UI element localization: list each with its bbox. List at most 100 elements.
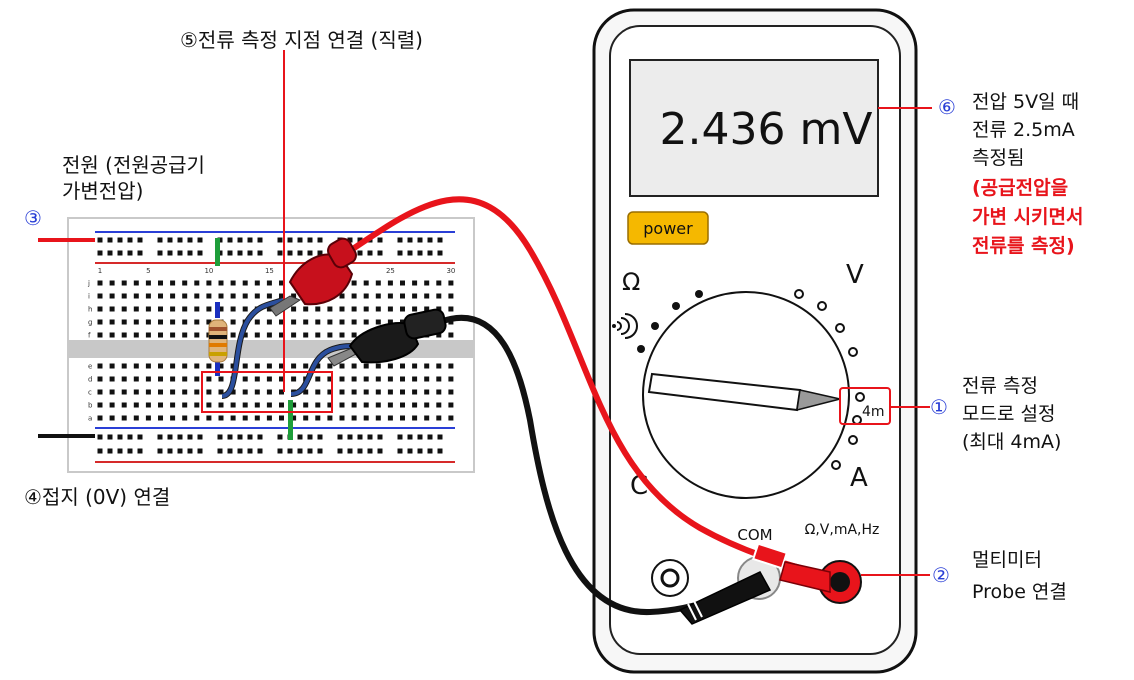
breadboard-hole	[375, 376, 381, 382]
breadboard-hole	[121, 363, 127, 369]
breadboard-hole	[375, 415, 381, 421]
breadboard-hole	[437, 237, 443, 243]
breadboard-hole	[182, 332, 188, 338]
breadboard-hole	[448, 402, 454, 408]
breadboard-hole	[194, 402, 200, 408]
breadboard-hole	[170, 376, 176, 382]
breadboard-hole	[400, 376, 405, 382]
breadboard-hole	[197, 448, 203, 454]
breadboard-hole	[109, 402, 115, 408]
breadboard-hole	[109, 363, 115, 369]
breadboard-hole	[218, 280, 224, 286]
breadboard-hole	[400, 402, 405, 408]
breadboard-hole	[315, 389, 321, 395]
breadboard-hole	[363, 376, 369, 382]
breadboard-hole	[97, 237, 103, 243]
breadboard-hole	[387, 363, 393, 369]
breadboard-hole	[266, 402, 272, 408]
breadboard-hole	[254, 376, 260, 382]
breadboard-hole	[194, 415, 200, 421]
breadboard-row-letter: d	[88, 376, 92, 384]
breadboard-hole	[133, 415, 139, 421]
breadboard-hole	[230, 306, 236, 312]
breadboard-hole	[242, 415, 248, 421]
breadboard-hole	[121, 402, 127, 408]
breadboard-hole	[97, 402, 103, 408]
breadboard-hole	[351, 293, 357, 299]
label-6-line-1: 전압 5V일 때	[972, 91, 1079, 113]
breadboard-hole	[242, 389, 248, 395]
breadboard-hole	[357, 250, 363, 256]
breadboard-hole	[247, 448, 253, 454]
breadboard-hole	[206, 376, 212, 382]
breadboard-hole	[297, 448, 303, 454]
breadboard-hole	[121, 415, 127, 421]
jack-left[interactable]	[651, 559, 689, 597]
breadboard-hole	[230, 332, 236, 338]
breadboard-hole	[117, 448, 123, 454]
breadboard-hole	[387, 389, 393, 395]
breadboard-hole	[170, 306, 176, 312]
breadboard-hole	[254, 332, 260, 338]
breadboard-hole	[97, 293, 103, 299]
breadboard-column-number: 30	[446, 267, 455, 275]
breadboard-hole	[424, 280, 430, 286]
breadboard-hole	[257, 237, 263, 243]
label-6-red-line-1: (공급전압을	[972, 177, 1068, 199]
breadboard-hole	[158, 402, 163, 408]
breadboard-hole	[107, 250, 113, 256]
breadboard-hole	[407, 448, 413, 454]
breadboard-hole	[206, 306, 212, 312]
breadboard-hole	[230, 293, 236, 299]
breadboard-hole	[218, 415, 224, 421]
breadboard-hole	[170, 293, 176, 299]
breadboard-hole	[133, 293, 139, 299]
breadboard-hole	[133, 332, 139, 338]
breadboard-hole	[97, 415, 103, 421]
breadboard-hole	[277, 434, 283, 440]
breadboard-hole	[145, 319, 151, 325]
breadboard-hole	[137, 237, 143, 243]
breadboard-hole	[109, 293, 115, 299]
breadboard-hole	[297, 250, 303, 256]
breadboard-hole	[194, 280, 200, 286]
breadboard-hole	[400, 415, 405, 421]
label-2-number: ②	[932, 563, 950, 587]
breadboard-hole	[297, 237, 303, 243]
breadboard-hole	[436, 280, 442, 286]
breadboard-hole	[194, 376, 200, 382]
breadboard-column-number: 15	[265, 267, 274, 275]
breadboard-hole	[412, 280, 418, 286]
breadboard-hole	[397, 448, 403, 454]
breadboard-hole	[242, 293, 248, 299]
breadboard-hole	[266, 293, 272, 299]
display-value: 2.436 mV	[660, 104, 873, 155]
breadboard-hole	[206, 363, 212, 369]
breadboard-hole	[437, 250, 443, 256]
breadboard-hole	[182, 389, 188, 395]
breadboard-hole	[291, 306, 297, 312]
breadboard-hole	[182, 319, 188, 325]
breadboard-hole	[337, 448, 343, 454]
breadboard-hole	[121, 332, 127, 338]
breadboard-hole	[377, 237, 383, 243]
breadboard-hole	[351, 332, 357, 338]
breadboard-hole	[387, 306, 393, 312]
breadboard-hole	[339, 402, 345, 408]
breadboard-hole	[97, 319, 103, 325]
breadboard-hole	[417, 448, 423, 454]
breadboard-hole	[424, 376, 430, 382]
breadboard-hole	[247, 250, 253, 256]
breadboard-hole	[427, 434, 433, 440]
breadboard-hole	[307, 448, 313, 454]
breadboard-hole	[158, 319, 163, 325]
label-1-line-1: 전류 측정	[962, 375, 1038, 397]
breadboard-hole	[145, 363, 151, 369]
breadboard-row-letter: b	[88, 402, 93, 410]
label-6-red-line-2: 가변 시키면서	[972, 206, 1084, 228]
breadboard-hole	[277, 448, 283, 454]
breadboard-hole	[158, 415, 163, 421]
breadboard-hole	[266, 332, 272, 338]
breadboard-hole	[407, 434, 413, 440]
breadboard-hole	[351, 415, 357, 421]
